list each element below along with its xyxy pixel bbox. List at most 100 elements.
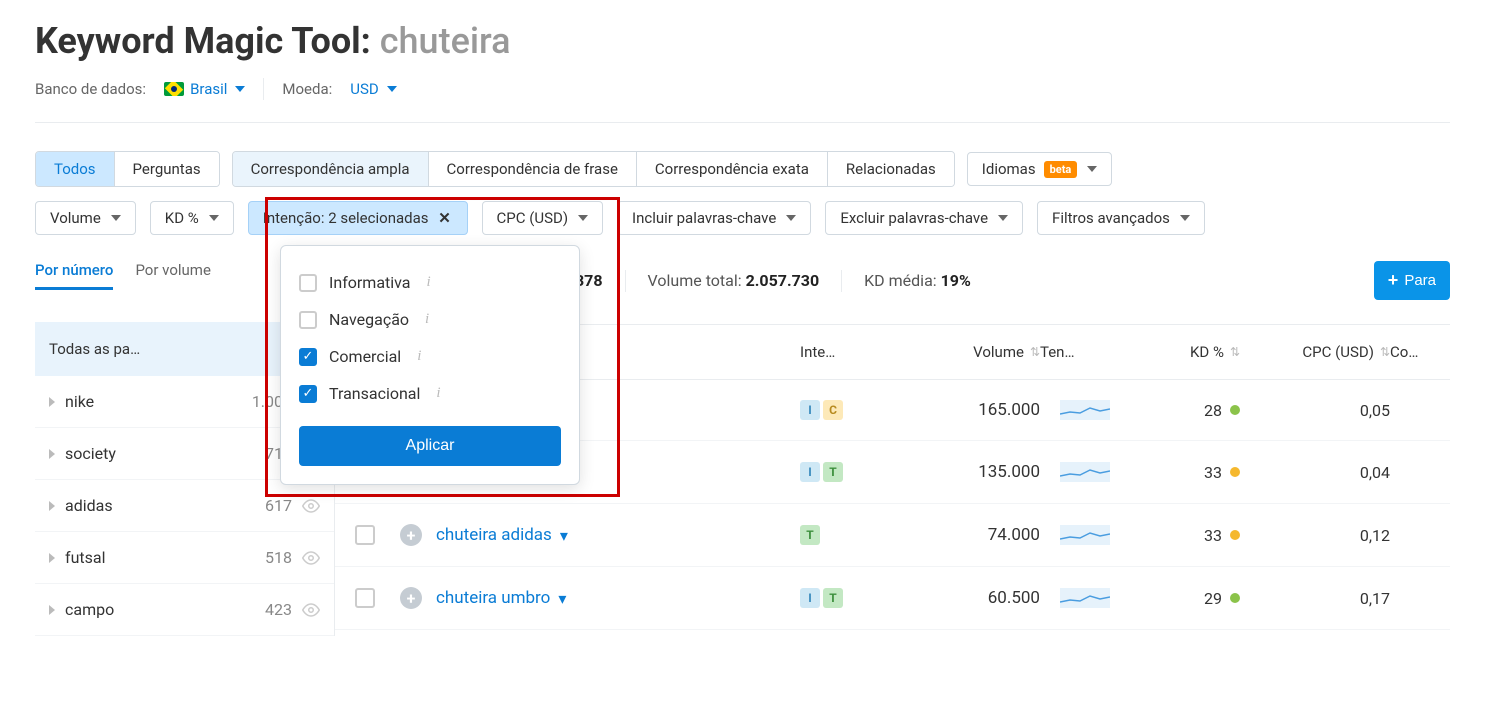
add-icon[interactable]: + bbox=[400, 587, 422, 609]
tab-ampla[interactable]: Correspondência ampla bbox=[233, 152, 429, 186]
chevron-down-icon bbox=[1087, 166, 1097, 172]
tab-todos[interactable]: Todos bbox=[36, 152, 115, 186]
meta-row: Banco de dados: Brasil Moeda: USD bbox=[35, 78, 1450, 123]
filter-exclude[interactable]: Excluir palavras-chave bbox=[825, 201, 1023, 235]
filter-kd[interactable]: KD % bbox=[150, 201, 234, 235]
intent-badge: C bbox=[823, 400, 843, 420]
row-checkbox[interactable] bbox=[355, 525, 375, 545]
cpc-value: 0,04 bbox=[1360, 463, 1390, 482]
beta-badge: beta bbox=[1044, 161, 1078, 178]
para-button[interactable]: +Para bbox=[1374, 261, 1450, 300]
filter-advanced-label: Filtros avançados bbox=[1052, 209, 1170, 227]
filter-volume[interactable]: Volume bbox=[35, 201, 136, 235]
col-co[interactable]: Co… bbox=[1390, 343, 1450, 361]
tabs-row-1: Todos Perguntas Correspondência ampla Co… bbox=[35, 151, 1450, 187]
add-icon[interactable]: + bbox=[400, 524, 422, 546]
close-icon[interactable]: ✕ bbox=[437, 210, 453, 226]
eye-icon[interactable] bbox=[302, 601, 320, 619]
sidebar-item-name: futsal bbox=[65, 548, 255, 567]
kd-value: 33 bbox=[1204, 463, 1222, 482]
sparkline-icon bbox=[1060, 462, 1110, 482]
info-icon[interactable]: i bbox=[417, 348, 421, 365]
intent-option-transacional[interactable]: ✓ Transacional i bbox=[299, 375, 561, 412]
info-icon[interactable]: i bbox=[427, 274, 431, 291]
sidebar-item[interactable]: adidas 617 bbox=[35, 480, 334, 532]
col-kd[interactable]: KD % ⇅ bbox=[1130, 343, 1240, 361]
kd-value: 29 bbox=[1204, 589, 1222, 608]
apply-button[interactable]: Aplicar bbox=[299, 426, 561, 466]
view-tab-volume[interactable]: Por volume bbox=[135, 261, 210, 290]
volume-value: 165.000 bbox=[978, 400, 1040, 420]
sort-icon: ⇅ bbox=[1030, 345, 1040, 359]
volume-value: 60.500 bbox=[988, 588, 1040, 608]
intent-badge: I bbox=[800, 400, 820, 420]
intent-dropdown: Informativa i Navegação i ✓ Comercial i … bbox=[280, 245, 580, 485]
tab-exata[interactable]: Correspondência exata bbox=[637, 152, 828, 186]
chevron-right-icon bbox=[49, 553, 55, 563]
row-checkbox[interactable] bbox=[355, 588, 375, 608]
table-row: +chuteira umbro▾ IT 60.500 29 0,17 bbox=[335, 567, 1450, 630]
sidebar-item-name: society bbox=[65, 444, 255, 463]
sparkline-icon bbox=[1060, 400, 1110, 420]
table-row: +chuteira adidas▾ T 74.000 33 0,12 bbox=[335, 504, 1450, 567]
eye-icon[interactable] bbox=[302, 549, 320, 567]
filter-exclude-label: Excluir palavras-chave bbox=[840, 209, 988, 227]
info-icon[interactable]: i bbox=[425, 311, 429, 328]
tab-perguntas[interactable]: Perguntas bbox=[115, 152, 219, 186]
db-selector[interactable]: Brasil bbox=[164, 80, 245, 98]
filter-include-label: Incluir palavras-chave bbox=[632, 209, 776, 227]
currency-value: USD bbox=[350, 80, 378, 98]
sidebar-item-name: campo bbox=[65, 600, 255, 619]
languages-chip[interactable]: Idiomas beta bbox=[967, 152, 1113, 186]
checkbox-checked-icon[interactable]: ✓ bbox=[299, 385, 317, 403]
sort-icon: ⇅ bbox=[1380, 345, 1390, 359]
chevron-right-icon bbox=[49, 605, 55, 615]
filter-volume-label: Volume bbox=[50, 209, 101, 227]
filter-cpc[interactable]: CPC (USD) bbox=[482, 201, 604, 235]
sidebar-item[interactable]: futsal 518 bbox=[35, 532, 334, 584]
col-trend[interactable]: Ten… bbox=[1040, 343, 1130, 361]
intent-option-label: Transacional bbox=[329, 384, 420, 403]
col-cpc[interactable]: CPC (USD) ⇅ bbox=[1240, 343, 1390, 361]
keyword-link[interactable]: chuteira adidas bbox=[436, 525, 552, 545]
brazil-flag-icon bbox=[164, 82, 184, 96]
col-volume[interactable]: Volume ⇅ bbox=[890, 343, 1040, 361]
tab-relacionadas[interactable]: Relacionadas bbox=[828, 152, 954, 186]
stat-volume: Volume total: 2.057.730 bbox=[648, 271, 820, 290]
intent-option-informativa[interactable]: Informativa i bbox=[299, 264, 561, 301]
chevron-down-icon bbox=[998, 215, 1008, 221]
view-tab-numero[interactable]: Por número bbox=[35, 261, 113, 290]
checkbox-icon[interactable] bbox=[299, 311, 317, 329]
sort-icon: ⇅ bbox=[1230, 345, 1240, 359]
info-icon[interactable]: i bbox=[436, 385, 440, 402]
separator bbox=[263, 78, 264, 100]
checkbox-checked-icon[interactable]: ✓ bbox=[299, 348, 317, 366]
title-keyword: chuteira bbox=[380, 20, 511, 62]
filter-include[interactable]: Incluir palavras-chave bbox=[617, 201, 811, 235]
sidebar-head-label: Todas as pa… bbox=[49, 340, 140, 358]
tab-frase[interactable]: Correspondência de frase bbox=[429, 152, 637, 186]
separator bbox=[841, 270, 842, 292]
intent-badge: T bbox=[823, 462, 843, 482]
intent-badge: I bbox=[800, 588, 820, 608]
sidebar-item-count: 518 bbox=[265, 548, 292, 567]
checkbox-icon[interactable] bbox=[299, 274, 317, 292]
filters-row: Volume KD % Intenção: 2 selecionadas ✕ C… bbox=[35, 201, 1450, 235]
kd-dot-icon bbox=[1230, 593, 1240, 603]
chevron-down-icon[interactable]: ▾ bbox=[560, 526, 568, 545]
keyword-link[interactable]: chuteira umbro bbox=[436, 588, 550, 608]
tab-group-match: Correspondência ampla Correspondência de… bbox=[232, 151, 955, 187]
intent-option-comercial[interactable]: ✓ Comercial i bbox=[299, 338, 561, 375]
filter-advanced[interactable]: Filtros avançados bbox=[1037, 201, 1205, 235]
db-value: Brasil bbox=[190, 80, 227, 98]
currency-selector[interactable]: USD bbox=[350, 80, 396, 98]
cpc-value: 0,12 bbox=[1360, 526, 1390, 545]
chevron-down-icon[interactable]: ▾ bbox=[558, 589, 566, 608]
intent-option-navegacao[interactable]: Navegação i bbox=[299, 301, 561, 338]
col-intent[interactable]: Inte… bbox=[800, 343, 890, 361]
filter-intent[interactable]: Intenção: 2 selecionadas ✕ bbox=[248, 201, 468, 235]
chevron-down-icon bbox=[578, 215, 588, 221]
sidebar-item-count: 423 bbox=[265, 600, 292, 619]
eye-icon[interactable] bbox=[302, 497, 320, 515]
sidebar-item[interactable]: campo 423 bbox=[35, 584, 334, 636]
